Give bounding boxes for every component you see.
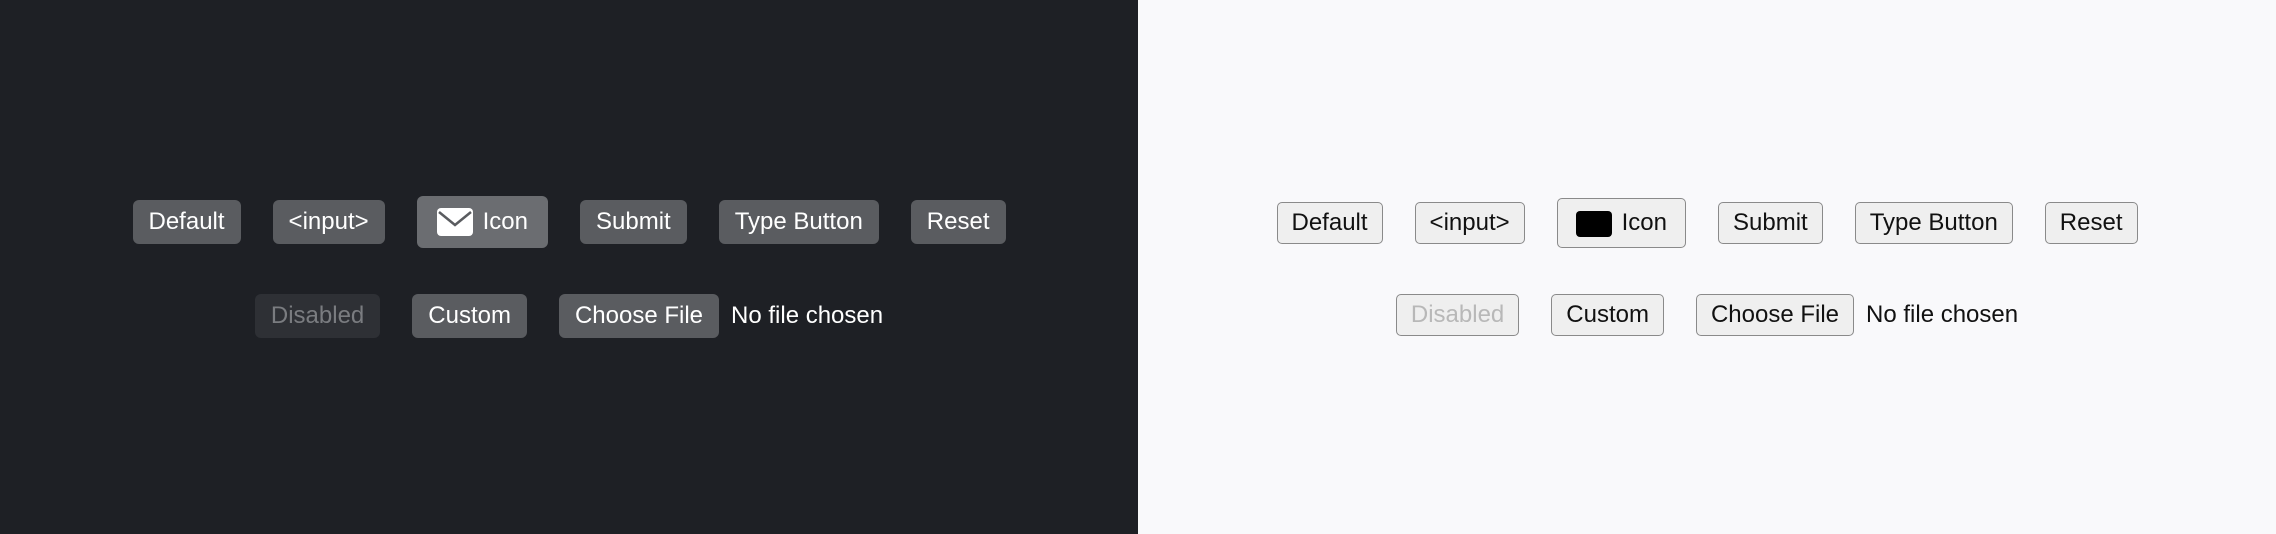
envelope-icon	[437, 208, 473, 236]
default-button[interactable]: Default	[1277, 202, 1383, 244]
reset-button[interactable]: Reset	[911, 200, 1006, 244]
dark-panel: Default <input> Icon Submit Type Button …	[0, 0, 1138, 534]
submit-button[interactable]: Submit	[1718, 202, 1823, 244]
submit-button[interactable]: Submit	[580, 200, 687, 244]
dark-row-1: Default <input> Icon Submit Type Button …	[133, 196, 1006, 248]
file-input[interactable]: Choose File No file chosen	[559, 294, 883, 338]
type-button[interactable]: Type Button	[1855, 202, 2013, 244]
input-button[interactable]: <input>	[273, 200, 385, 244]
light-row-2: Disabled Custom Choose File No file chos…	[1396, 294, 2018, 336]
disabled-button: Disabled	[1396, 294, 1519, 336]
file-status-text: No file chosen	[731, 302, 883, 330]
choose-file-button[interactable]: Choose File	[1696, 294, 1854, 336]
light-panel: Default <input> Icon Submit Type Button …	[1138, 0, 2276, 534]
icon-button[interactable]: Icon	[1557, 198, 1686, 248]
solid-box-icon	[1576, 211, 1612, 237]
custom-button[interactable]: Custom	[412, 294, 527, 338]
choose-file-button[interactable]: Choose File	[559, 294, 719, 338]
file-input[interactable]: Choose File No file chosen	[1696, 294, 2018, 336]
light-row-1: Default <input> Icon Submit Type Button …	[1277, 198, 2138, 248]
reset-button[interactable]: Reset	[2045, 202, 2138, 244]
icon-button[interactable]: Icon	[417, 196, 548, 248]
file-status-text: No file chosen	[1866, 301, 2018, 329]
type-button[interactable]: Type Button	[719, 200, 879, 244]
default-button[interactable]: Default	[133, 200, 241, 244]
dark-row-2: Disabled Custom Choose File No file chos…	[255, 294, 883, 338]
icon-button-label: Icon	[1622, 209, 1667, 237]
disabled-button: Disabled	[255, 294, 380, 338]
custom-button[interactable]: Custom	[1551, 294, 1664, 336]
icon-button-label: Icon	[483, 208, 528, 236]
input-button[interactable]: <input>	[1415, 202, 1525, 244]
